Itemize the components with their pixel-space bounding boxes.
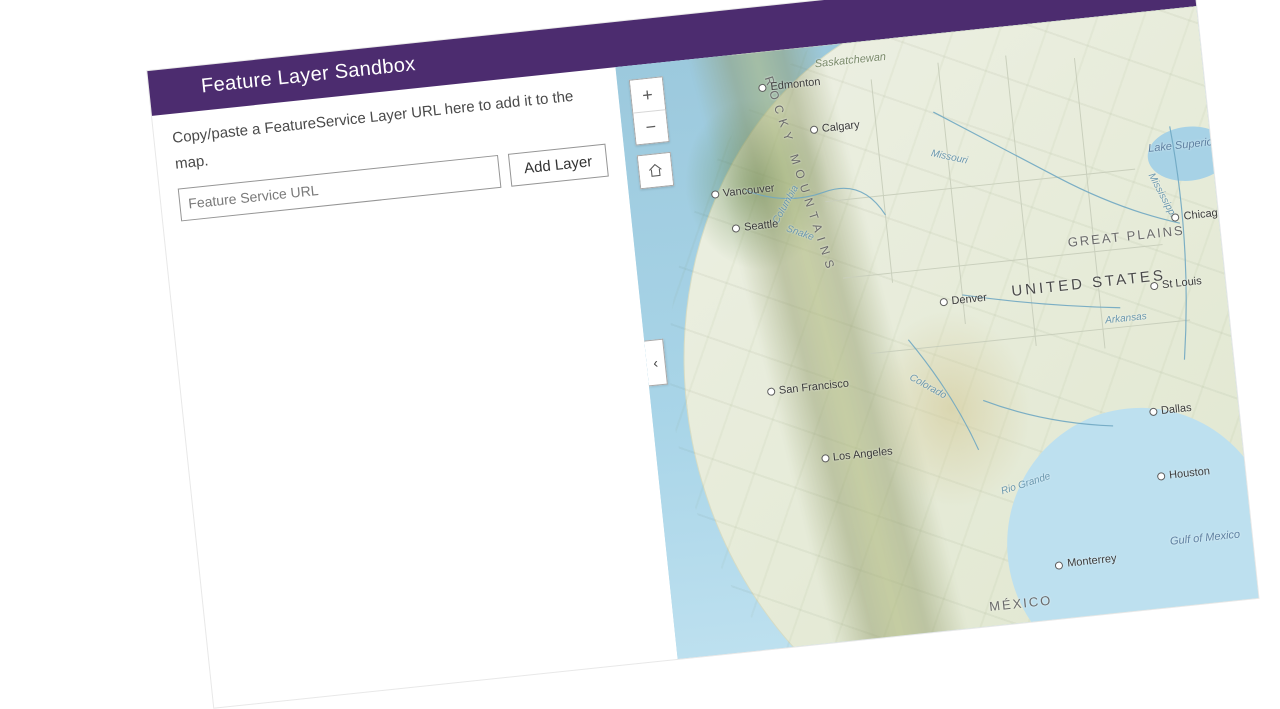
home-button[interactable]: [638, 153, 673, 188]
zoom-out-button[interactable]: −: [633, 109, 668, 144]
home-icon: [647, 162, 665, 180]
app-window: Feature Layer Sandbox Copy/paste a Featu…: [146, 0, 1259, 709]
side-panel: Copy/paste a FeatureService Layer URL he…: [152, 67, 678, 707]
zoom-in-button[interactable]: +: [630, 77, 665, 112]
home-control: [637, 152, 674, 189]
map-view[interactable]: Saskatchewan ROCKY MOUNTAINS GREAT PLAIN…: [615, 6, 1258, 659]
chevron-left-icon: ‹: [652, 354, 658, 370]
rivers: [615, 6, 1253, 609]
zoom-control: + −: [629, 76, 670, 145]
add-layer-button[interactable]: Add Layer: [507, 143, 608, 186]
minus-icon: −: [645, 116, 658, 138]
plus-icon: +: [641, 84, 654, 106]
